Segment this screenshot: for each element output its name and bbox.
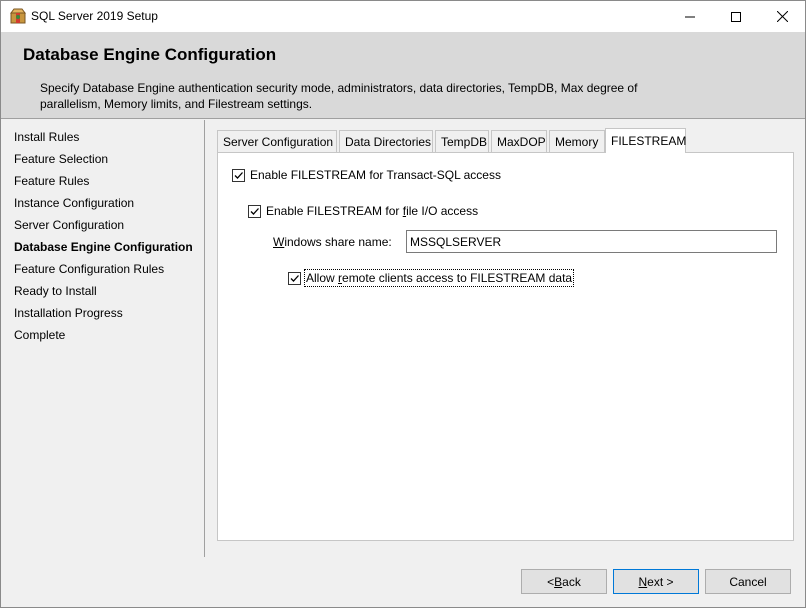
windows-share-name-label: Windows share name: — [273, 235, 392, 249]
checkbox-box[interactable] — [232, 168, 245, 182]
allow-remote-clients-label: Allow remote clients access to FILESTREA… — [303, 269, 575, 287]
sidebar-item-server-configuration[interactable]: Server Configuration — [14, 218, 124, 232]
enable-filestream-tsql-checkbox[interactable]: Enable FILESTREAM for Transact-SQL acces… — [232, 168, 501, 182]
checkmark-icon — [290, 274, 299, 282]
minimize-icon — [685, 16, 695, 17]
minimize-button[interactable] — [667, 1, 713, 32]
tab-filestream[interactable]: FILESTREAM — [605, 128, 686, 153]
sidebar-item-feature-configuration-rules[interactable]: Feature Configuration Rules — [14, 262, 164, 276]
sidebar-item-install-rules[interactable]: Install Rules — [14, 130, 79, 144]
page-header: Database Engine Configuration Specify Da… — [1, 32, 805, 119]
cancel-button[interactable]: Cancel — [705, 569, 791, 594]
maximize-icon — [731, 11, 741, 22]
windows-share-name-input[interactable] — [406, 230, 777, 253]
checkmark-icon — [234, 171, 243, 179]
checkbox-box[interactable] — [288, 271, 301, 285]
tab-tempdb[interactable]: TempDB — [435, 130, 489, 152]
main-content: Server Configuration Data Directories Te… — [206, 120, 805, 557]
page-description: Specify Database Engine authentication s… — [40, 81, 638, 111]
tab-data-directories[interactable]: Data Directories — [339, 130, 433, 152]
page-title: Database Engine Configuration — [23, 45, 277, 64]
setup-window: SQL Server 2019 Setup Database Engine Co… — [0, 0, 806, 608]
filestream-tab-panel: Enable FILESTREAM for Transact-SQL acces… — [217, 152, 794, 541]
enable-filestream-file-io-checkbox[interactable]: Enable FILESTREAM for file I/O access — [248, 204, 478, 218]
close-button[interactable] — [759, 1, 805, 32]
title-bar: SQL Server 2019 Setup — [1, 1, 805, 32]
sidebar-item-instance-configuration[interactable]: Instance Configuration — [14, 196, 134, 210]
sidebar-item-complete[interactable]: Complete — [14, 328, 65, 342]
setup-steps-sidebar: Install Rules Feature Selection Feature … — [1, 120, 205, 557]
enable-filestream-file-io-label: Enable FILESTREAM for file I/O access — [266, 204, 479, 218]
sidebar-item-database-engine-configuration[interactable]: Database Engine Configuration — [14, 240, 193, 254]
tab-memory[interactable]: Memory — [549, 130, 605, 152]
tab-maxdop[interactable]: MaxDOP — [491, 130, 547, 152]
sidebar-item-feature-rules[interactable]: Feature Rules — [14, 174, 89, 188]
window-title: SQL Server 2019 Setup — [31, 9, 158, 23]
sidebar-item-installation-progress[interactable]: Installation Progress — [14, 306, 123, 320]
checkbox-box[interactable] — [248, 204, 261, 218]
allow-remote-clients-checkbox[interactable]: Allow remote clients access to FILESTREA… — [288, 269, 575, 287]
sql-server-setup-icon — [10, 8, 26, 24]
enable-filestream-tsql-label: Enable FILESTREAM for Transact-SQL acces… — [250, 168, 501, 182]
close-icon — [776, 11, 788, 22]
back-button[interactable]: < Back — [521, 569, 607, 594]
next-button[interactable]: Next > — [613, 569, 699, 594]
sidebar-item-ready-to-install[interactable]: Ready to Install — [14, 284, 97, 298]
tab-server-configuration[interactable]: Server Configuration — [217, 130, 337, 152]
checkmark-icon — [250, 207, 259, 215]
maximize-button[interactable] — [713, 1, 759, 32]
sidebar-item-feature-selection[interactable]: Feature Selection — [14, 152, 108, 166]
